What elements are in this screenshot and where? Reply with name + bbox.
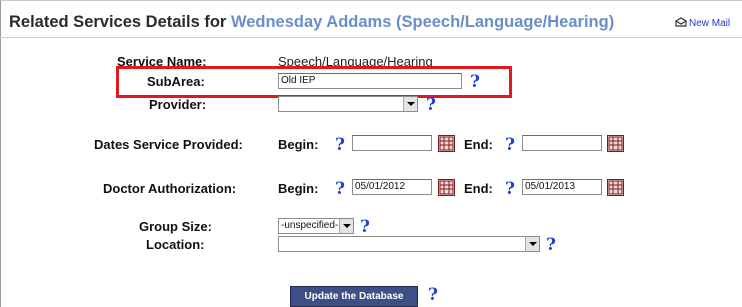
auth-end-label: End:	[464, 181, 493, 196]
page-frame	[0, 0, 742, 307]
new-mail-label: New Mail	[689, 18, 731, 29]
provider-label: Provider:	[149, 97, 207, 112]
dates-begin-help-icon[interactable]: ?	[335, 137, 345, 154]
auth-end-input[interactable]: 05/01/2013	[522, 179, 602, 195]
new-mail-link[interactable]: New Mail	[675, 17, 730, 29]
group-size-help-icon[interactable]: ?	[360, 219, 370, 236]
dates-end-label: End:	[464, 137, 493, 152]
chevron-down-icon	[403, 97, 417, 111]
dates-begin-input[interactable]	[352, 135, 432, 151]
auth-begin-label: Begin:	[278, 181, 319, 196]
location-label: Location:	[146, 237, 205, 252]
dates-end-calendar-icon[interactable]	[607, 135, 624, 152]
dates-begin-calendar-icon[interactable]	[438, 135, 455, 152]
title-divider	[0, 37, 742, 38]
chevron-down-icon	[525, 237, 539, 251]
auth-end-help-icon[interactable]: ?	[505, 181, 515, 198]
page-title: Related Services Details for Wednesday A…	[9, 13, 614, 35]
auth-begin-help-icon[interactable]: ?	[335, 181, 345, 198]
provider-help-icon[interactable]: ?	[426, 97, 436, 114]
dates-begin-label: Begin:	[278, 137, 319, 152]
update-help-icon[interactable]: ?	[428, 287, 438, 304]
location-help-icon[interactable]: ?	[546, 237, 556, 254]
location-select[interactable]	[278, 236, 540, 252]
auth-end-calendar-icon[interactable]	[607, 179, 624, 196]
subarea-highlight-box	[116, 66, 512, 98]
auth-begin-input[interactable]: 05/01/2012	[352, 179, 432, 195]
group-size-label: Group Size:	[139, 219, 212, 234]
student-name: Wednesday Addams (Speech/Language/Hearin…	[230, 13, 615, 31]
mail-icon	[675, 17, 687, 27]
dates-end-help-icon[interactable]: ?	[505, 137, 515, 154]
title-prefix: Related Services Details for	[9, 13, 231, 31]
doctor-auth-label: Doctor Authorization:	[103, 181, 237, 196]
update-database-button[interactable]: Update the Database	[290, 286, 418, 307]
dates-end-input[interactable]	[522, 135, 602, 151]
chevron-down-icon	[339, 219, 353, 233]
group-size-select[interactable]: -unspecified-	[278, 218, 354, 234]
auth-begin-calendar-icon[interactable]	[438, 179, 455, 196]
group-size-value: -unspecified-	[281, 220, 339, 231]
provider-select[interactable]	[278, 96, 418, 112]
dates-service-label: Dates Service Provided:	[94, 137, 243, 152]
